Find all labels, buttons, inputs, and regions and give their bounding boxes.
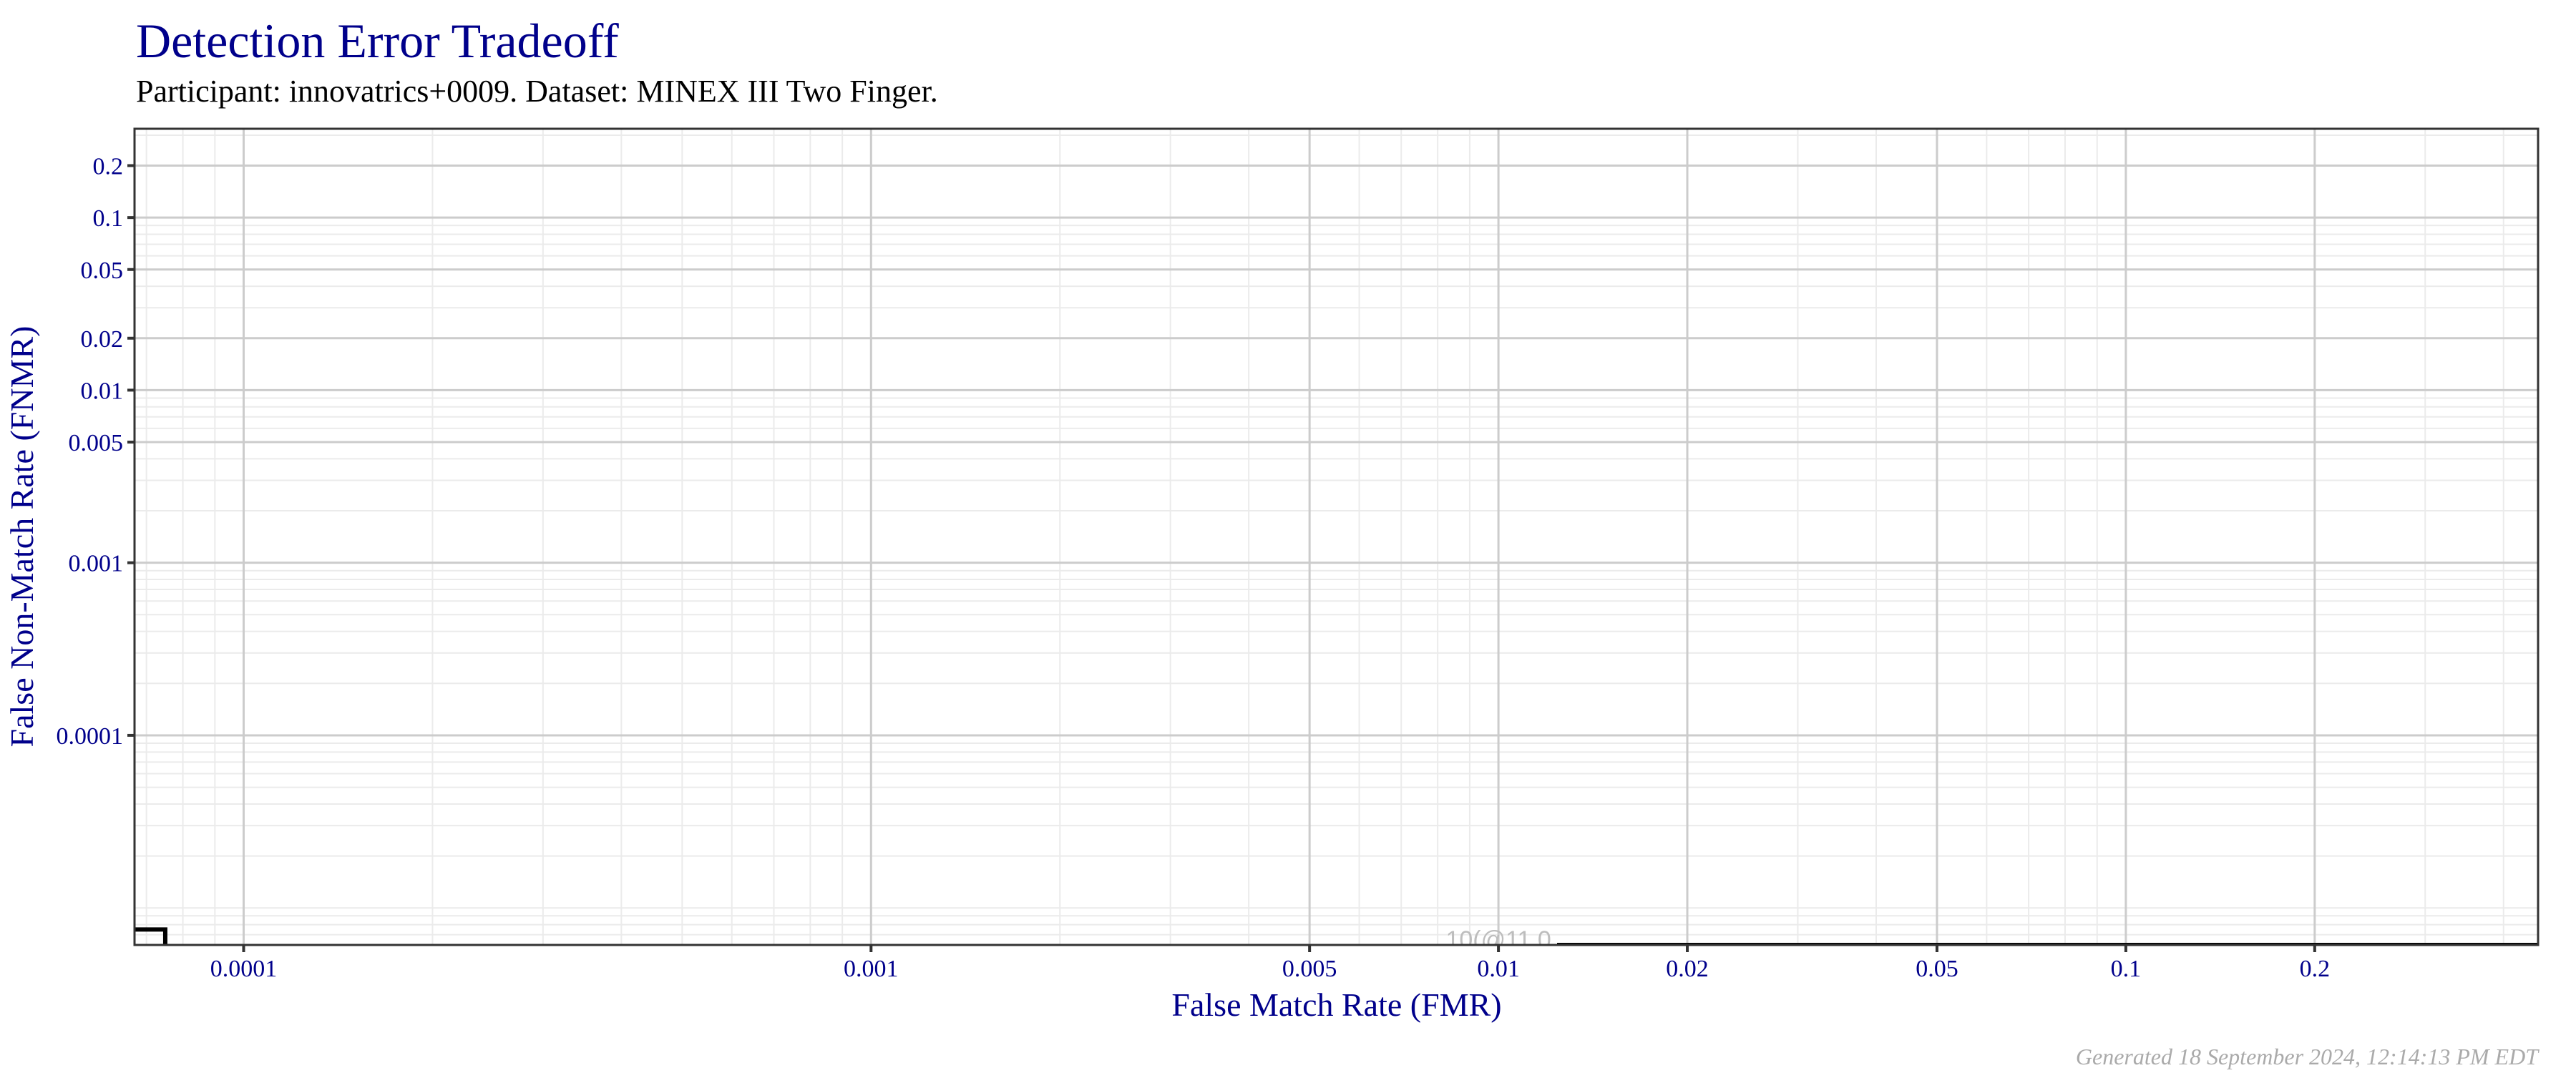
- x-axis-title: False Match Rate (FMR): [1171, 986, 1501, 1023]
- x-tick-label: 0.01: [1477, 956, 1520, 982]
- y-tick-label: 0.02: [81, 326, 124, 353]
- x-tick-label: 0.02: [1666, 956, 1709, 982]
- x-tick-label: 0.2: [2300, 956, 2331, 982]
- x-axis: 0.0001 0.001 0.005 0.01 0.02 0.05 0.1 0.2: [210, 945, 2330, 982]
- x-tick-label: 0.05: [1916, 956, 1958, 982]
- y-axis: 0.2 0.1 0.05 0.02 0.01 0.005 0.001 0.0001: [57, 154, 135, 750]
- major-gridlines: [135, 129, 2538, 945]
- chart-subtitle: Participant: innovatrics+0009. Dataset: …: [136, 74, 938, 109]
- x-tick-label: 0.1: [2111, 956, 2142, 982]
- x-tick-label: 0.005: [1282, 956, 1337, 982]
- y-tick-label: 0.0001: [57, 723, 124, 750]
- generated-caption: Generated 18 September 2024, 12:14:13 PM…: [2076, 1044, 2540, 1069]
- y-tick-label: 0.005: [69, 430, 124, 456]
- det-chart: Detection Error Tradeoff Participant: in…: [4, 14, 2540, 1069]
- series-layer: [135, 927, 2538, 945]
- plot-panel-frame: [133, 127, 2540, 946]
- x-tick-label: 0.0001: [210, 956, 278, 982]
- chart-title: Detection Error Tradeoff: [136, 14, 619, 68]
- x-tick-label: 0.001: [844, 956, 899, 982]
- y-tick-label: 0.05: [81, 258, 124, 284]
- y-tick-label: 0.01: [81, 378, 124, 404]
- det-curve: [135, 927, 167, 945]
- y-tick-label: 0.001: [69, 551, 124, 577]
- minor-gridlines: [135, 129, 2538, 945]
- y-tick-label: 0.1: [93, 205, 124, 232]
- y-tick-label: 0.2: [93, 154, 124, 180]
- y-axis-title: False Non-Match Rate (FNMR): [4, 326, 40, 748]
